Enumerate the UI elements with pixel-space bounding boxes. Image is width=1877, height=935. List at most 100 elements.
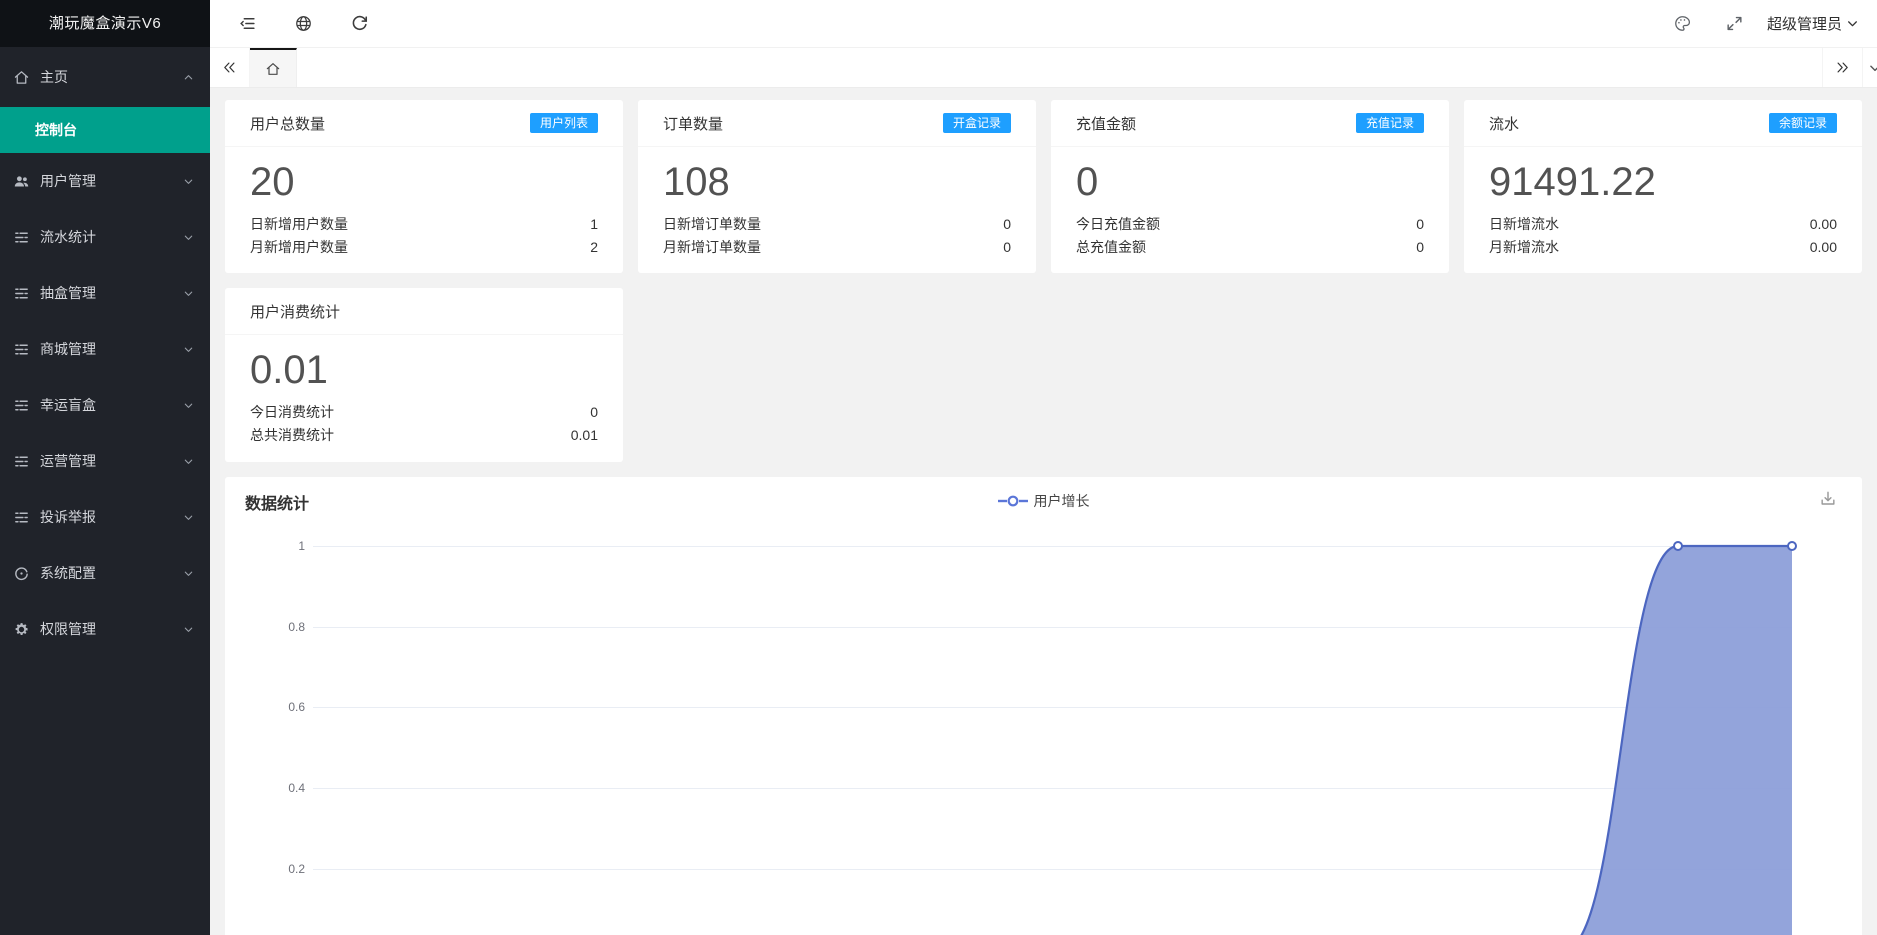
row-label: 今日充值金额 xyxy=(1076,213,1160,236)
sidebar-item-complaints[interactable]: 投诉举报 xyxy=(0,489,210,545)
sidebar-item-console[interactable]: 控制台 xyxy=(0,107,210,153)
tabs-more-button[interactable] xyxy=(1862,48,1877,87)
sidebar-item-label: 权限管理 xyxy=(40,619,183,639)
dashboard-content: 用户总数量 用户列表 20 日新增用户数量1 月新增用户数量2 订单数量 开盒记… xyxy=(210,88,1877,935)
row-label: 日新增用户数量 xyxy=(250,213,348,236)
user-name: 超级管理员 xyxy=(1767,13,1842,34)
sidebar-item-lucky-box[interactable]: 幸运盲盒 xyxy=(0,377,210,433)
list-icon xyxy=(13,509,30,526)
collapse-icon xyxy=(238,14,257,33)
stat-card-orders: 订单数量 开盒记录 108 日新增订单数量0 月新增订单数量0 xyxy=(638,100,1036,273)
sidebar-item-label: 幸运盲盒 xyxy=(40,395,183,415)
card-value: 20 xyxy=(250,153,598,211)
data-point-marker[interactable] xyxy=(1788,542,1796,550)
row-value: 0 xyxy=(1003,236,1011,259)
user-menu[interactable]: 超级管理员 xyxy=(1767,13,1859,34)
card-title: 流水 xyxy=(1489,113,1519,134)
fullscreen-icon xyxy=(1725,14,1744,33)
row-label: 月新增用户数量 xyxy=(250,236,348,259)
collapse-sidebar-button[interactable] xyxy=(227,4,267,44)
row-value: 0 xyxy=(590,401,598,424)
language-button[interactable] xyxy=(283,4,323,44)
legend-line-marker-icon xyxy=(998,494,1028,508)
tabs-scroll-right-button[interactable] xyxy=(1822,48,1862,87)
sidebar-item-flow-stats[interactable]: 流水统计 xyxy=(0,209,210,265)
sidebar-item-box-management[interactable]: 抽盒管理 xyxy=(0,265,210,321)
card-value: 0.01 xyxy=(250,341,598,399)
sidebar-item-label: 系统配置 xyxy=(40,563,183,583)
fullscreen-button[interactable] xyxy=(1715,4,1755,44)
refresh-icon xyxy=(350,14,369,33)
data-statistics-chart-card: 数据统计 用户增长 1 0.8 0.6 0.4 0.2 xyxy=(225,477,1862,935)
tab-spacer xyxy=(297,48,1822,87)
sidebar-item-operations[interactable]: 运营管理 xyxy=(0,433,210,489)
list-icon xyxy=(13,229,30,246)
row-label: 总充值金额 xyxy=(1076,236,1146,259)
sidebar-item-home[interactable]: 主页 xyxy=(0,47,210,107)
row-label: 日新增流水 xyxy=(1489,213,1559,236)
list-icon xyxy=(13,397,30,414)
balance-records-badge-button[interactable]: 余额记录 xyxy=(1769,113,1837,133)
card-title: 订单数量 xyxy=(663,113,723,134)
sidebar-item-label: 用户管理 xyxy=(40,171,183,191)
sidebar-item-label: 主页 xyxy=(40,67,183,87)
user-growth-area-series xyxy=(313,536,1803,935)
users-icon xyxy=(13,173,30,190)
chevron-down-icon xyxy=(183,568,194,579)
tab-bar xyxy=(210,48,1877,88)
row-value: 2 xyxy=(590,236,598,259)
open-box-records-badge-button[interactable]: 开盒记录 xyxy=(943,113,1011,133)
list-icon xyxy=(13,341,30,358)
save-as-image-button[interactable] xyxy=(1818,489,1840,511)
chevron-down-icon xyxy=(183,456,194,467)
sidebar-item-label: 流水统计 xyxy=(40,227,183,247)
y-axis-tick: 0.2 xyxy=(245,862,305,876)
globe-icon xyxy=(294,14,313,33)
circle-dot-icon xyxy=(13,565,30,582)
sidebar-subitem-label: 控制台 xyxy=(35,120,77,140)
sidebar-item-label: 投诉举报 xyxy=(40,507,183,527)
recharge-records-badge-button[interactable]: 充值记录 xyxy=(1356,113,1424,133)
row-value: 0.01 xyxy=(571,424,598,447)
sidebar-item-mall-management[interactable]: 商城管理 xyxy=(0,321,210,377)
sidebar-item-system-config[interactable]: 系统配置 xyxy=(0,545,210,601)
theme-button[interactable] xyxy=(1663,4,1703,44)
chevron-down-icon xyxy=(183,344,194,355)
row-value: 0 xyxy=(1416,236,1424,259)
tab-home[interactable] xyxy=(250,48,297,87)
row-value: 0 xyxy=(1003,213,1011,236)
sidebar-item-label: 运营管理 xyxy=(40,451,183,471)
data-point-marker[interactable] xyxy=(1674,542,1682,550)
sidebar-item-user-management[interactable]: 用户管理 xyxy=(0,153,210,209)
chevron-down-icon xyxy=(1846,17,1859,30)
chevron-down-icon xyxy=(183,232,194,243)
chevron-down-icon xyxy=(183,624,194,635)
chevron-up-icon xyxy=(183,72,194,83)
row-label: 月新增流水 xyxy=(1489,236,1559,259)
chart-legend-user-growth[interactable]: 用户增长 xyxy=(998,491,1090,511)
row-value: 1 xyxy=(590,213,598,236)
home-icon xyxy=(265,61,281,77)
card-title: 用户消费统计 xyxy=(250,301,340,322)
stat-card-consumption: 用户消费统计 0.01 今日消费统计 0 总共消费统计 0.01 xyxy=(225,288,623,462)
list-icon xyxy=(13,285,30,302)
tabs-scroll-left-button[interactable] xyxy=(210,48,250,87)
y-axis-tick: 0.8 xyxy=(245,620,305,634)
row-label: 今日消费统计 xyxy=(250,401,334,424)
refresh-button[interactable] xyxy=(339,4,379,44)
card-title: 充值金额 xyxy=(1076,113,1136,134)
user-list-badge-button[interactable]: 用户列表 xyxy=(530,113,598,133)
card-value: 91491.22 xyxy=(1489,153,1837,211)
stat-card-recharge: 充值金额 充值记录 0 今日充值金额0 总充值金额0 xyxy=(1051,100,1449,273)
gear-icon xyxy=(13,621,30,638)
chevron-down-icon xyxy=(1868,61,1877,75)
double-chevron-left-icon xyxy=(222,60,237,75)
stat-cards-row-1: 用户总数量 用户列表 20 日新增用户数量1 月新增用户数量2 订单数量 开盒记… xyxy=(225,100,1862,273)
top-header: 超级管理员 xyxy=(210,0,1877,48)
stat-card-total-users: 用户总数量 用户列表 20 日新增用户数量1 月新增用户数量2 xyxy=(225,100,623,273)
sidebar-item-label: 抽盒管理 xyxy=(40,283,183,303)
row-label: 总共消费统计 xyxy=(250,424,334,447)
list-icon xyxy=(13,453,30,470)
row-label: 月新增订单数量 xyxy=(663,236,761,259)
sidebar-item-permissions[interactable]: 权限管理 xyxy=(0,601,210,657)
